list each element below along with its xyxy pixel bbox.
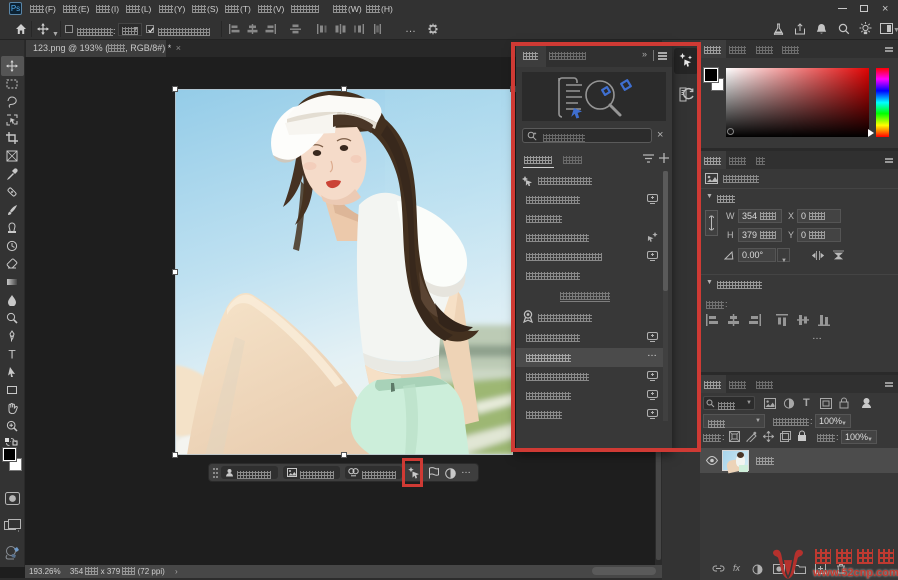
svg-text:T: T [8, 348, 16, 360]
